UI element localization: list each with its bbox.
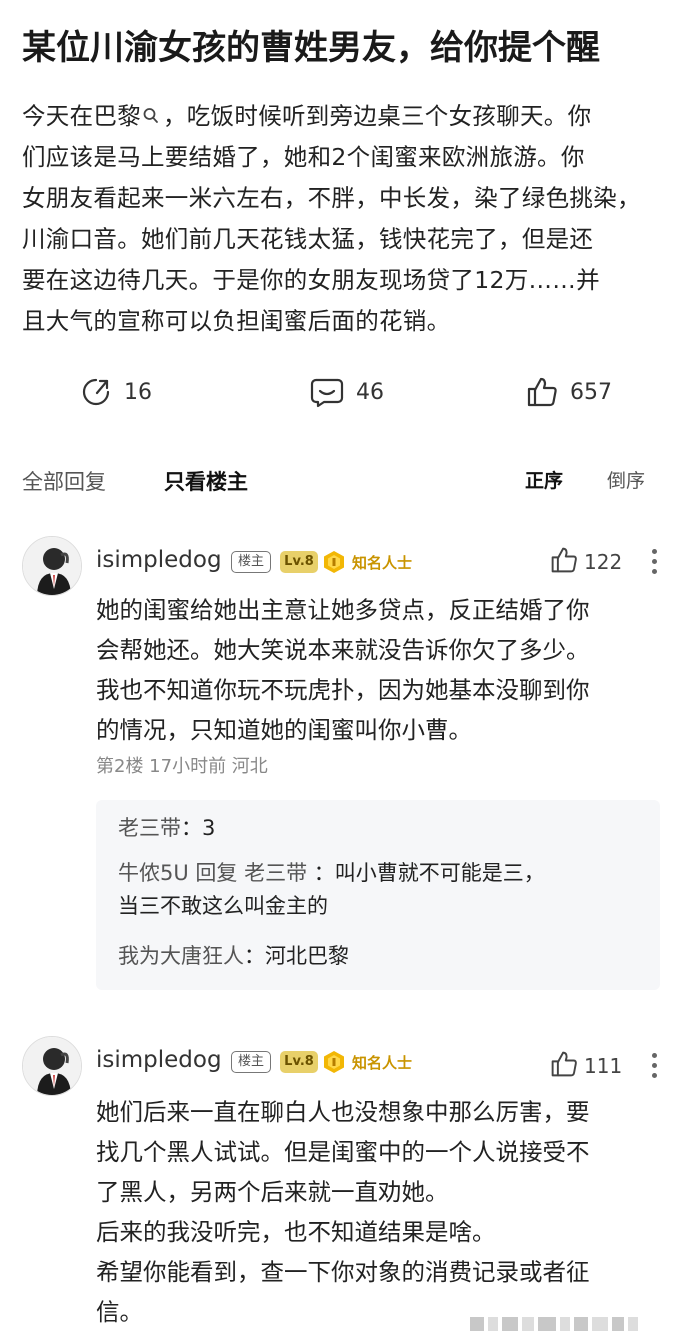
comment-line: 她的闺蜜给她出主意让她多贷点，反正结婚了你: [96, 596, 590, 624]
op-badge: 楼主: [231, 1051, 271, 1073]
comment-button[interactable]: 46: [310, 370, 384, 414]
thumbs-up-icon: [550, 546, 578, 578]
post-line-5: 要在这边待几天。于是你的女朋友现场贷了12万……并: [22, 266, 600, 294]
comment-like-count: 111: [584, 1054, 623, 1078]
op-badge: 楼主: [231, 551, 271, 573]
comment-line: 找几个黑人试试。但是闺蜜中的一个人说接受不: [96, 1138, 590, 1166]
post-line-1: 今天在巴黎 ，吃饭时候听到旁边桌三个女孩聊天。你: [22, 96, 672, 137]
sub-reply[interactable]: 老三带：3: [118, 812, 643, 845]
post-line-4: 川渝口音。她们前几天花钱太猛，钱快花完了，但是还: [22, 225, 594, 253]
more-icon[interactable]: [646, 1050, 662, 1080]
username[interactable]: isimpledog: [96, 547, 222, 573]
username[interactable]: isimpledog: [96, 1047, 222, 1073]
share-button[interactable]: 16: [80, 370, 152, 414]
reply-text: ：叫小曹就不可能是三，: [313, 861, 545, 885]
comment-line: 会帮她还。她大笑说本来就没告诉你欠了多少。: [96, 636, 590, 664]
sub-reply[interactable]: 我为大唐狂人：河北巴黎: [118, 940, 643, 973]
level-badge: Lv.8: [280, 551, 318, 573]
reply-author[interactable]: 老三带: [118, 816, 181, 840]
comment-text: 她的闺蜜给她出主意让她多贷点，反正结婚了你 会帮她还。她大笑说本来就没告诉你欠了…: [96, 590, 666, 750]
comment-icon: [310, 376, 344, 408]
post-title: 某位川渝女孩的曹姓男友，给你提个醒: [22, 28, 600, 68]
reply-text: ：3: [181, 816, 216, 840]
post-line-6: 且大气的宣称可以负担闺蜜后面的花销。: [22, 307, 451, 335]
tab-op-only[interactable]: 只看楼主: [164, 466, 248, 496]
reply-text: 当三不敢这么叫金主的: [118, 894, 328, 918]
post-line-3: 女朋友看起来一米六左右，不胖，中长发，染了绿色挑染，: [22, 184, 641, 212]
avatar[interactable]: [22, 536, 82, 596]
reply-text: ：河北巴黎: [244, 944, 349, 968]
comment-like-button[interactable]: 122: [550, 546, 622, 578]
post-text-segment: ，吃饭时候听到旁边桌三个女孩聊天。你: [163, 102, 592, 130]
sub-reply[interactable]: 牛侬5U 回复 老三带 ：叫小曹就不可能是三， 当三不敢这么叫金主的: [118, 857, 643, 923]
search-icon[interactable]: [143, 97, 159, 123]
thumbs-up-icon: [550, 1050, 578, 1082]
comment-line: 的情况，只知道她的闺蜜叫你小曹。: [96, 716, 472, 744]
sort-ascending[interactable]: 正序: [525, 466, 563, 493]
tab-all-replies[interactable]: 全部回复: [22, 466, 106, 496]
reply-author[interactable]: 我为大唐狂人: [118, 944, 244, 968]
comment-text: 她们后来一直在聊白人也没想象中那么厉害，要 找几个黑人试试。但是闺蜜中的一个人说…: [96, 1092, 666, 1332]
comment-meta: 第2楼 17小时前 河北: [96, 756, 268, 777]
comment-line: 了黑人，另两个后来就一直劝她。: [96, 1178, 449, 1206]
comment-line: 她们后来一直在聊白人也没想象中那么厉害，要: [96, 1098, 590, 1126]
comment-count: 46: [356, 379, 384, 405]
reply-author[interactable]: 牛侬5U 回复 老三带: [118, 861, 314, 885]
post-body: 今天在巴黎 ，吃饭时候听到旁边桌三个女孩聊天。你 们应该是马上要结婚了，她和2个闺…: [22, 96, 672, 342]
comment-like-button[interactable]: 111: [550, 1050, 622, 1082]
more-icon[interactable]: [646, 546, 662, 576]
thumbs-up-icon: [526, 376, 558, 408]
comment-line: 希望你能看到，查一下你对象的消费记录或者征: [96, 1258, 590, 1286]
comment-line: 我也不知道你玩不玩虎扑，因为她基本没聊到你: [96, 676, 590, 704]
post-line-2: 们应该是马上要结婚了，她和2个闺蜜来欧洲旅游。你: [22, 143, 585, 171]
post-actions: 16 46 657: [80, 370, 640, 414]
comment-like-count: 122: [584, 550, 623, 574]
fame-badge: 知名人士: [352, 1054, 413, 1072]
like-button[interactable]: 657: [526, 370, 612, 414]
comment-line: 后来的我没听完，也不知道结果是啥。: [96, 1218, 496, 1246]
level-badge: Lv.8: [280, 1051, 318, 1073]
fame-badge: 知名人士: [352, 554, 413, 572]
share-icon: [80, 376, 112, 408]
like-count: 657: [570, 379, 612, 405]
post-text-segment: 今天在巴黎: [22, 102, 141, 130]
medal-icon: [322, 550, 346, 574]
medal-icon: [322, 1050, 346, 1074]
reply-filter-bar: 全部回复 只看楼主 正序 倒序: [22, 462, 652, 502]
share-count: 16: [124, 379, 152, 405]
avatar[interactable]: [22, 1036, 82, 1096]
sub-replies[interactable]: 老三带：3 牛侬5U 回复 老三带 ：叫小曹就不可能是三， 当三不敢这么叫金主的…: [96, 800, 660, 990]
blurred-region: [470, 1316, 670, 1336]
sort-descending[interactable]: 倒序: [607, 466, 645, 493]
